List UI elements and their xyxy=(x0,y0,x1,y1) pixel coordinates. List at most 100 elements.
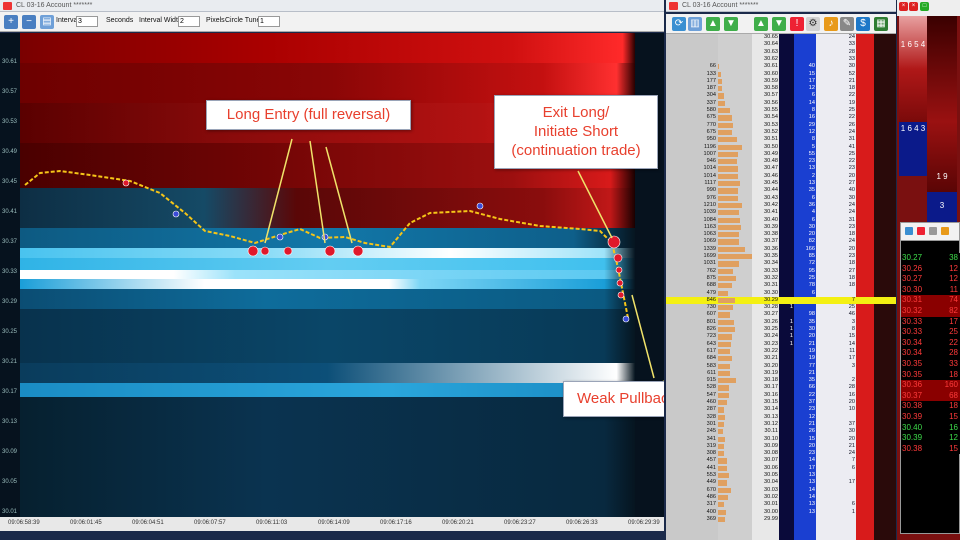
ladder-row[interactable]: 915 30.18 35 2 xyxy=(666,377,896,384)
ladder-row[interactable]: 1014 30.46 2 20 xyxy=(666,173,896,180)
ladder-row[interactable]: 770 30.53 29 26 xyxy=(666,122,896,129)
ladder-row[interactable]: 337 30.56 14 19 xyxy=(666,100,896,107)
ladder-row[interactable]: 1014 30.47 13 23 xyxy=(666,165,896,172)
arrow-down-icon[interactable]: ▼ xyxy=(724,17,738,31)
ladder-row[interactable]: 30.65 24 xyxy=(666,34,896,41)
settings-icon[interactable]: ⚙ xyxy=(806,17,820,31)
ladder-row[interactable]: 1007 30.49 55 25 xyxy=(666,151,896,158)
ladder-row[interactable]: 1031 30.34 72 18 xyxy=(666,260,896,267)
ladder-row[interactable]: 875 30.32 25 18 xyxy=(666,275,896,282)
ladder-row[interactable]: 528 30.17 66 28 xyxy=(666,384,896,391)
ladder-row[interactable]: 684 30.21 19 17 xyxy=(666,355,896,362)
ladder-row[interactable]: 457 30.07 14 7 xyxy=(666,457,896,464)
ladder-row[interactable]: 946 30.48 23 22 xyxy=(666,158,896,165)
bell-icon[interactable] xyxy=(941,227,949,235)
interval-width-input[interactable]: 2 xyxy=(178,16,200,27)
ladder-row[interactable]: 441 30.06 17 6 xyxy=(666,465,896,472)
ladder-row[interactable]: 580 30.55 8 25 xyxy=(666,107,896,114)
ladder-row[interactable]: 133 30.60 15 52 xyxy=(666,71,896,78)
refresh-icon[interactable] xyxy=(905,227,913,235)
ladder-row[interactable]: 611 30.19 21 xyxy=(666,370,896,377)
dollar-icon[interactable]: $ xyxy=(856,17,870,31)
ladder-row[interactable]: 643 30.23 1 21 14 xyxy=(666,341,896,348)
ladder-row[interactable]: 460 30.15 37 20 xyxy=(666,399,896,406)
ladder-row[interactable]: 990 30.44 35 40 xyxy=(666,187,896,194)
time-and-sales[interactable]: 30.27 38 30.26 12 30.27 12 30.30 11 30.31 74 30.32… xyxy=(900,222,960,534)
ladder-row[interactable]: 1084 30.40 6 31 xyxy=(666,217,896,224)
volume-bar xyxy=(718,86,722,92)
ladder-row[interactable]: 187 30.58 12 18 xyxy=(666,85,896,92)
ladder-row[interactable]: 486 30.02 14 xyxy=(666,494,896,501)
ladder-row[interactable]: 177 30.59 17 21 xyxy=(666,78,896,85)
ladder-row[interactable]: 1039 30.41 4 24 xyxy=(666,209,896,216)
trash-icon[interactable]: ▥ xyxy=(688,17,702,31)
close-icon[interactable]: × xyxy=(899,2,908,11)
zoom-in-icon[interactable]: + xyxy=(4,15,18,29)
ladder-row[interactable]: 30.64 33 xyxy=(666,41,896,48)
ladder-row[interactable]: 1699 30.35 85 23 xyxy=(666,253,896,260)
ladder-row[interactable]: 341 30.10 15 20 xyxy=(666,436,896,443)
chart-titlebar[interactable]: CL 03-16 Account ******* xyxy=(0,0,664,12)
heatmap-chart[interactable]: 30.61 30.57 30.53 30.49 30.45 30.41 30.37 30.33… xyxy=(0,33,664,531)
ladder-row[interactable]: 1210 30.42 36 24 xyxy=(666,202,896,209)
ladder-row[interactable]: 66 30.61 40 30 xyxy=(666,63,896,70)
ladder-row[interactable]: 319 30.09 20 21 xyxy=(666,443,896,450)
ladder-row[interactable]: 287 30.14 23 10 xyxy=(666,406,896,413)
refresh-icon[interactable]: ⟳ xyxy=(672,17,686,31)
dom-titlebar[interactable]: CL 03-16 Account ******* xyxy=(666,0,896,12)
ladder-row[interactable]: 607 30.27 98 46 xyxy=(666,311,896,318)
maximize-icon[interactable]: □ xyxy=(920,2,929,11)
ladder-row[interactable]: 1339 30.36 166 20 xyxy=(666,246,896,253)
ladder-row[interactable]: 723 30.24 1 20 15 xyxy=(666,333,896,340)
ladder-row[interactable]: 1117 30.45 13 27 xyxy=(666,180,896,187)
ladder-row[interactable]: 547 30.16 22 16 xyxy=(666,392,896,399)
ladder-row[interactable]: 553 30.05 13 xyxy=(666,472,896,479)
bell-icon[interactable]: ♪ xyxy=(824,17,838,31)
ladder-row[interactable]: 583 30.20 77 3 xyxy=(666,363,896,370)
price-cell: 30.06 xyxy=(764,464,778,471)
ladder-row[interactable]: 617 30.22 19 11 xyxy=(666,348,896,355)
ladder-row[interactable]: 950 30.51 8 31 xyxy=(666,136,896,143)
ladder-row[interactable]: 369 29.99 xyxy=(666,516,896,523)
ladder-row[interactable]: 328 30.13 12 xyxy=(666,414,896,421)
ladder-row[interactable]: 846 30.29 7 xyxy=(666,296,896,305)
settings-icon[interactable] xyxy=(929,227,937,235)
alert-icon[interactable]: ! xyxy=(790,17,804,31)
close-icon[interactable]: × xyxy=(909,2,918,11)
ladder-row[interactable]: 976 30.43 6 30 xyxy=(666,195,896,202)
ladder-row[interactable]: 245 30.11 26 30 xyxy=(666,428,896,435)
ladder-row[interactable]: 1196 30.50 5 41 xyxy=(666,144,896,151)
circle-tuner-input[interactable]: 1 xyxy=(258,16,280,27)
ladder-row[interactable]: 304 30.57 6 22 xyxy=(666,92,896,99)
ladder-row[interactable]: 670 30.03 14 xyxy=(666,487,896,494)
ladder-row[interactable]: 30.63 28 xyxy=(666,49,896,56)
ladder-row[interactable]: 762 30.33 95 27 xyxy=(666,268,896,275)
ladder-row[interactable]: 1163 30.39 30 23 xyxy=(666,224,896,231)
ladder-row[interactable]: 675 30.54 16 22 xyxy=(666,114,896,121)
ladder-row[interactable]: 801 30.26 1 35 3 xyxy=(666,319,896,326)
ladder-row[interactable]: 30.62 33 xyxy=(666,56,896,63)
dom-ladder[interactable]: ⟳ ▥ ▲ ▼ ▲ ▼ ! ⚙ ♪ ✎ $ ▦ 30.65 24 30.64 33 30… xyxy=(666,14,896,540)
arrow-up-icon[interactable]: ▲ xyxy=(706,17,720,31)
ladder-row[interactable]: 479 30.30 6 xyxy=(666,290,896,297)
ladder-row[interactable]: 400 30.00 13 1 xyxy=(666,509,896,516)
chart-icon[interactable]: ▦ xyxy=(874,17,888,31)
alert-icon[interactable] xyxy=(917,227,925,235)
ladder-row[interactable]: 1069 30.37 82 24 xyxy=(666,238,896,245)
center-up-icon[interactable]: ▲ xyxy=(754,17,768,31)
ladder-row[interactable]: 308 30.08 23 24 xyxy=(666,450,896,457)
settings-icon[interactable]: ▤ xyxy=(40,15,54,29)
zoom-out-icon[interactable]: − xyxy=(22,15,36,29)
ladder-row[interactable]: 730 30.28 1 25 xyxy=(666,304,896,311)
ladder-row[interactable]: 1063 30.38 20 18 xyxy=(666,231,896,238)
wrench-icon[interactable]: ✎ xyxy=(840,17,854,31)
tape-row: 30.27 12 xyxy=(901,274,960,285)
ladder-row[interactable]: 317 30.01 13 6 xyxy=(666,501,896,508)
interval-input[interactable]: 3 xyxy=(76,16,98,27)
center-down-icon[interactable]: ▼ xyxy=(772,17,786,31)
ladder-row[interactable]: 826 30.25 1 30 8 xyxy=(666,326,896,333)
ladder-row[interactable]: 675 30.52 12 24 xyxy=(666,129,896,136)
ladder-row[interactable]: 688 30.31 78 18 xyxy=(666,282,896,289)
ladder-row[interactable]: 301 30.12 21 37 xyxy=(666,421,896,428)
ladder-row[interactable]: 449 30.04 13 17 xyxy=(666,479,896,486)
